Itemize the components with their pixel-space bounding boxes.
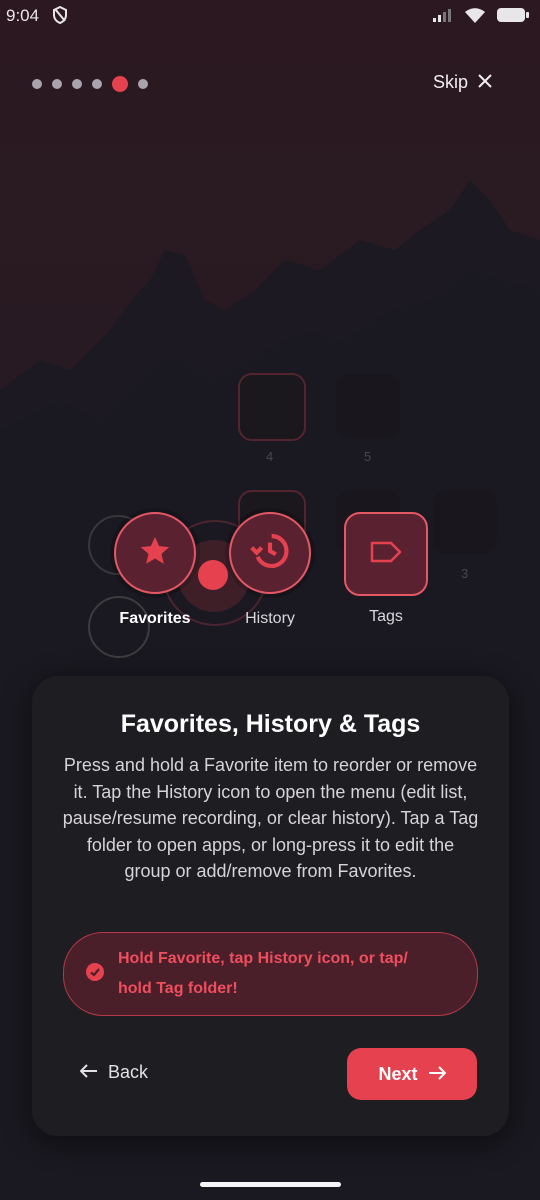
skip-button[interactable]: Skip: [433, 72, 492, 93]
ghost-app-tile: [238, 373, 306, 441]
progress-dot: [72, 79, 82, 89]
card-body: Press and hold a Favorite item to reorde…: [62, 755, 479, 881]
onboarding-progress: [32, 76, 148, 92]
close-icon: [478, 72, 492, 93]
battery-icon: [496, 6, 530, 29]
ghost-app-tile: [336, 374, 400, 438]
feature-history[interactable]: History: [229, 512, 311, 628]
ghost-number: 3: [461, 566, 469, 581]
arrow-left-icon: [79, 1062, 98, 1083]
progress-dot: [92, 79, 102, 89]
tags-label: Tags: [369, 608, 403, 625]
hint-banner: Hold Favorite, tap History icon, or tap/…: [63, 932, 478, 1016]
progress-dot-active: [112, 76, 128, 92]
progress-dot: [52, 79, 62, 89]
arrow-right-icon: [428, 1064, 446, 1085]
history-circle: [229, 512, 311, 594]
back-button[interactable]: Back: [79, 1062, 149, 1083]
star-icon: [138, 534, 172, 573]
favorites-label: Favorites: [119, 610, 191, 627]
ghost-number: 5: [364, 449, 372, 464]
touch-indicator-dot: [198, 560, 228, 590]
ghost-app-tile: [433, 490, 497, 554]
next-button[interactable]: Next: [347, 1048, 477, 1100]
status-time: 9:04: [6, 6, 40, 25]
check-circle-icon: [86, 962, 104, 986]
tags-square: [344, 512, 428, 596]
wifi-icon: [464, 7, 486, 28]
signal-icon: [432, 7, 454, 28]
feature-tags[interactable]: Tags: [344, 512, 428, 626]
history-label: History: [245, 610, 295, 627]
shield-icon: [52, 5, 68, 29]
card-title: Favorites, History & Tags: [120, 710, 421, 738]
favorites-circle: [114, 512, 196, 594]
feature-favorites[interactable]: Favorites: [114, 512, 196, 628]
skip-label: Skip: [432, 72, 468, 92]
next-label: Next: [378, 1063, 418, 1084]
progress-dot: [32, 79, 42, 89]
back-label: Back: [108, 1062, 149, 1082]
progress-dot: [138, 79, 148, 89]
history-icon: [250, 531, 290, 576]
home-indicator[interactable]: [200, 1182, 341, 1187]
tag-icon: [369, 540, 403, 569]
tutorial-card: Favorites, History & Tags Press and hold…: [32, 676, 509, 1136]
ghost-number: 4: [266, 449, 274, 464]
status-bar: 9:04: [0, 0, 540, 32]
hint-text: Hold Favorite, tap History icon, or tap/…: [118, 950, 408, 997]
